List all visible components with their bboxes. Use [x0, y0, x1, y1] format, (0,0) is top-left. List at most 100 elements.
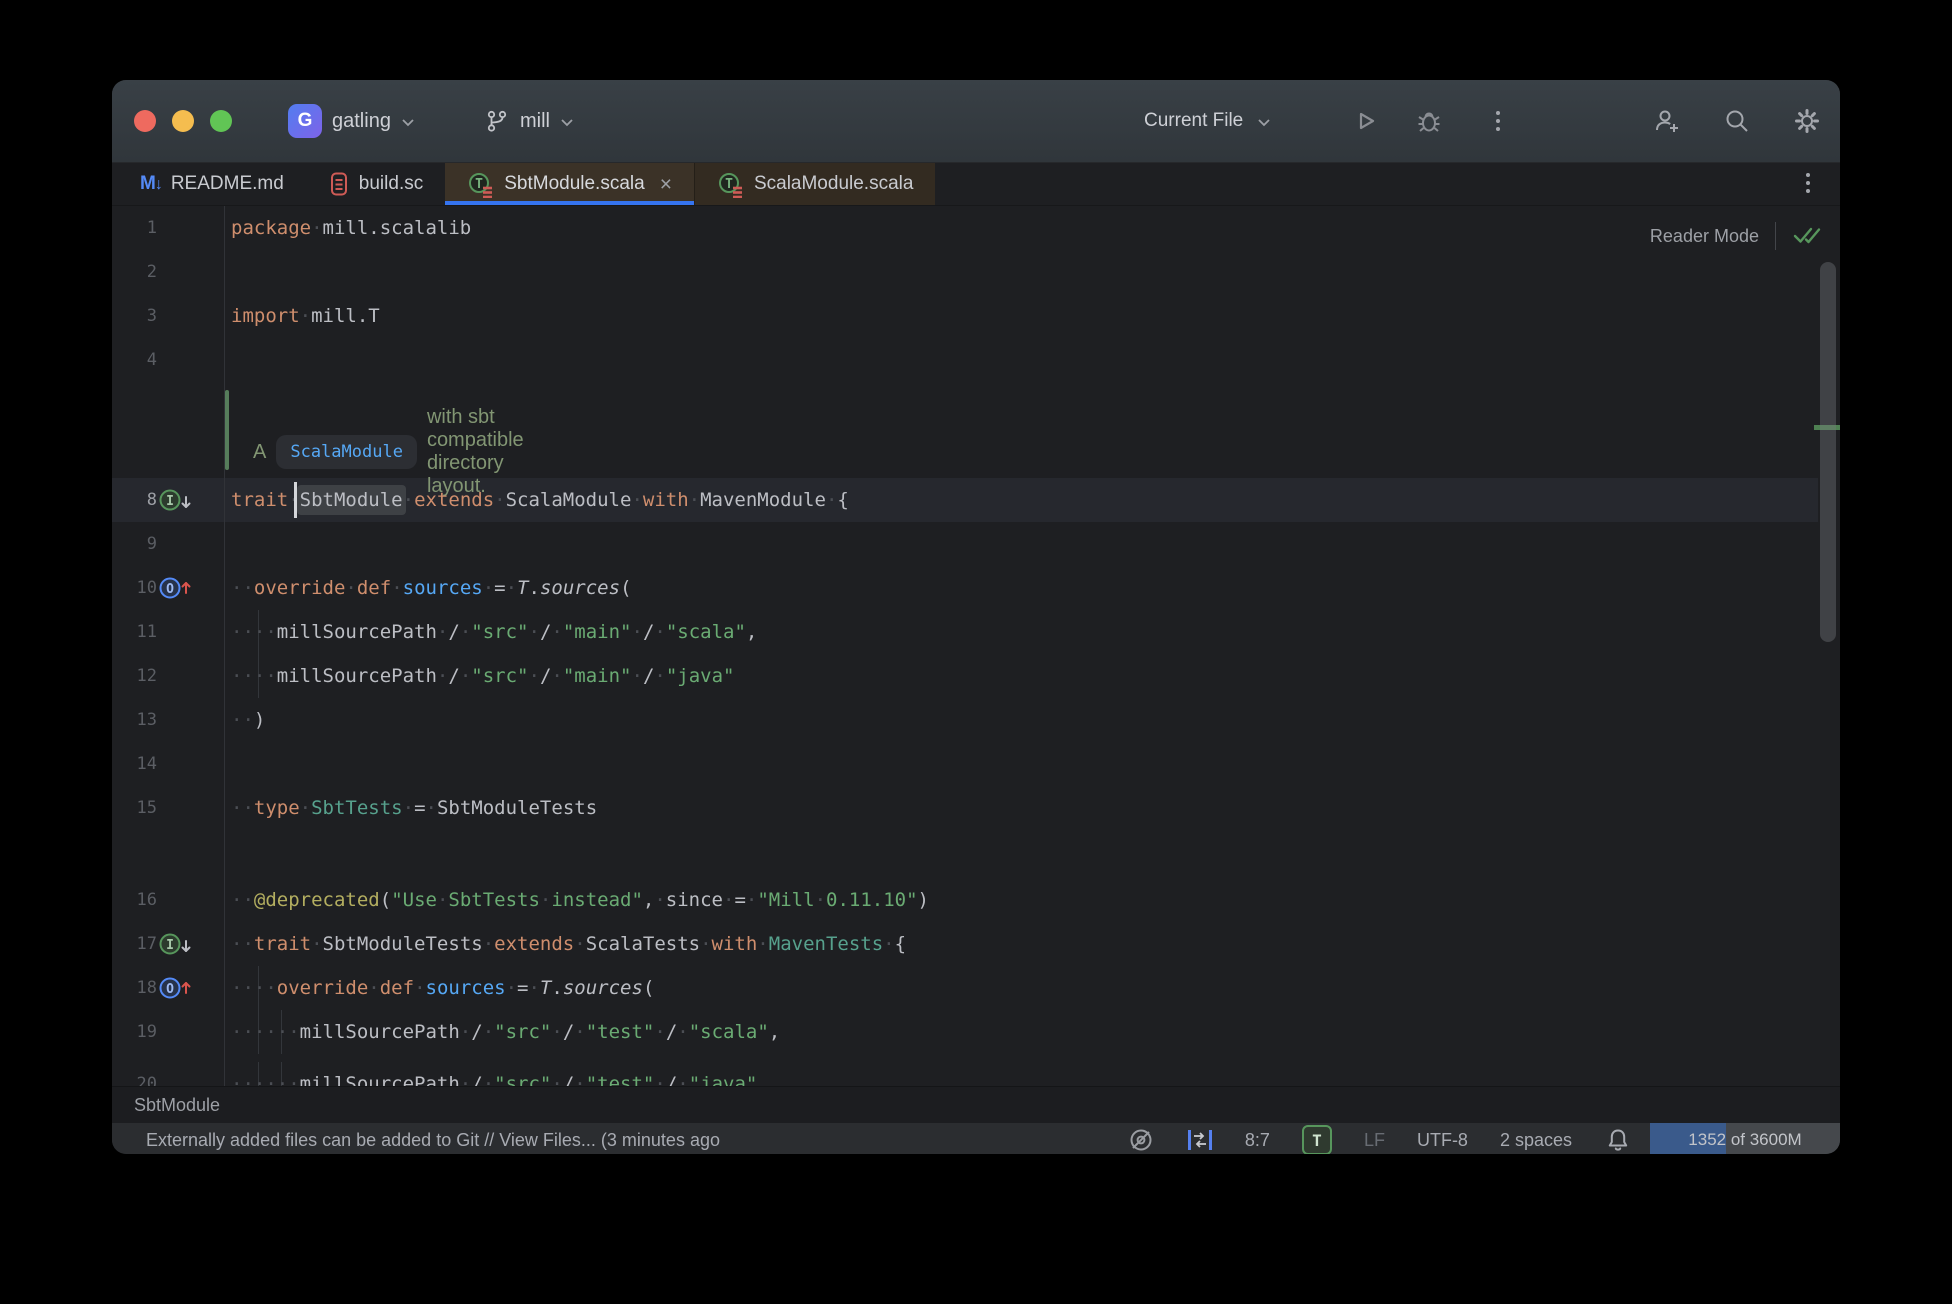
line-number: 11	[136, 622, 157, 642]
inspections-ok-icon[interactable]	[1792, 223, 1824, 249]
code-line[interactable]: ····millSourcePath·/·"src"·/·"main"·/·"s…	[231, 610, 757, 654]
line-number: 17	[136, 934, 157, 954]
highlighting-off-icon[interactable]	[1127, 1126, 1155, 1154]
chevron-down-icon	[560, 118, 574, 127]
scala-trait-icon: T	[717, 170, 745, 198]
line-number: 9	[146, 534, 157, 554]
notifications-bell-icon[interactable]	[1604, 1126, 1632, 1154]
project-widget[interactable]: G gatling	[288, 80, 415, 162]
project-name: gatling	[332, 109, 391, 132]
tab-readme-md[interactable]: M↓ README.md	[118, 163, 306, 205]
traffic-lights	[134, 80, 232, 162]
override-gutter-icon[interactable]: O	[158, 966, 196, 1010]
tab-build-sc[interactable]: build.sc	[306, 163, 445, 205]
svg-text:I: I	[166, 938, 174, 953]
ide-window: G gatling mill Current File M↓ README.md…	[112, 80, 1840, 1154]
project-badge: G	[288, 104, 322, 138]
tab-label: README.md	[170, 173, 284, 194]
branch-name: mill	[520, 109, 550, 132]
code-line[interactable]: trait·SbtModule·extends·ScalaModule·with…	[231, 478, 849, 522]
active-tab-underline	[445, 201, 694, 205]
tab-label: build.sc	[358, 173, 424, 194]
line-number: 12	[136, 666, 157, 686]
doc-code-chip[interactable]: ScalaModule	[276, 435, 417, 469]
doc-text: A	[253, 440, 267, 463]
zoom-window-button[interactable]	[210, 110, 232, 132]
tab-label: ScalaModule.scala	[753, 173, 914, 194]
sync-columns-icon[interactable]	[1187, 1126, 1213, 1154]
chevron-down-icon	[1257, 118, 1271, 127]
run-configuration-selector[interactable]: Current File	[1144, 80, 1271, 162]
code-line[interactable]: ··)	[231, 698, 265, 742]
editor-scrollbar[interactable]	[1820, 262, 1836, 642]
editor[interactable]: 1 2 3 4 8 I 9 10 O 11 12 13 14 15 16 17 I 18 O 19 20 package…	[112, 206, 1840, 1086]
reader-mode-label: Reader Mode	[1649, 225, 1759, 246]
debug-button[interactable]	[1414, 106, 1444, 136]
type-aware-highlighting-widget[interactable]: T	[1301, 1125, 1332, 1154]
markdown-icon: M↓	[140, 173, 163, 194]
implementations-gutter-icon[interactable]: I	[158, 922, 196, 966]
run-configuration-name: Current File	[1144, 110, 1244, 131]
line-number: 13	[136, 710, 157, 730]
code-line[interactable]: ····override·def·sources·=·T.sources(	[231, 966, 654, 1010]
implementations-gutter-icon[interactable]: I	[158, 478, 196, 522]
line-number: 10	[136, 578, 157, 598]
search-everywhere-button[interactable]	[1722, 106, 1752, 136]
tab-label: SbtModule.scala	[504, 173, 645, 194]
svg-text:O: O	[166, 582, 174, 597]
doc-comment-bar	[225, 390, 229, 470]
kebab-menu-icon	[1806, 173, 1810, 193]
editor-tab-bar: M↓ README.md build.sc T SbtModule.scala × T Sca…	[112, 163, 1840, 206]
line-number: 3	[146, 306, 157, 326]
settings-gear-icon[interactable]	[1792, 106, 1822, 136]
caret-position-widget[interactable]: 8:7	[1245, 1130, 1270, 1151]
vcs-status-message[interactable]: Externally added files can be added to G…	[146, 1123, 720, 1154]
override-gutter-icon[interactable]: O	[158, 566, 196, 610]
code-line[interactable]: import·mill.T	[231, 294, 380, 338]
memory-indicator[interactable]: 1352 of 3600M	[1650, 1123, 1840, 1154]
tab-list: M↓ README.md build.sc T SbtModule.scala × T Sca…	[118, 163, 936, 205]
code-with-me-button[interactable]	[1652, 106, 1682, 136]
encoding-widget[interactable]: UTF-8	[1417, 1130, 1468, 1151]
reader-mode-widget[interactable]: Reader Mode	[1650, 222, 1824, 250]
close-icon[interactable]: ×	[660, 174, 672, 195]
scala-trait-icon: T	[467, 170, 495, 198]
divider	[1775, 222, 1776, 250]
run-button[interactable]	[1350, 106, 1380, 136]
vcs-branch-widget[interactable]: mill	[484, 80, 574, 162]
screenshot-root: G gatling mill Current File M↓ README.md…	[0, 0, 1952, 1304]
line-separator-widget[interactable]: LF	[1364, 1130, 1385, 1151]
tab-scalamodule-scala[interactable]: T ScalaModule.scala	[693, 163, 936, 205]
code-line[interactable]: ··type·SbtTests·=·SbtModuleTests	[231, 786, 597, 830]
code-line[interactable]: package·mill.scalalib	[231, 206, 471, 250]
svg-text:O: O	[166, 982, 174, 997]
tab-options-menu[interactable]	[1806, 173, 1810, 193]
code-line[interactable]: ······millSourcePath·/·"src"·/·"test"·/·…	[231, 1062, 757, 1086]
line-number: 1	[146, 218, 157, 238]
code-line[interactable]: ··@deprecated("Use·SbtTests·instead",·si…	[231, 878, 929, 922]
svg-text:T: T	[725, 177, 733, 192]
code-line[interactable]: ··override·def·sources·=·T.sources(	[231, 566, 632, 610]
minimize-window-button[interactable]	[172, 110, 194, 132]
breadcrumb-bar: SbtModule	[112, 1086, 1840, 1123]
kebab-menu-icon	[1496, 111, 1500, 131]
code-line[interactable]: ······millSourcePath·/·"src"·/·"test"·/·…	[231, 1010, 780, 1054]
line-number: 20	[136, 1074, 157, 1086]
code-line[interactable]: ··trait·SbtModuleTests·extends·ScalaTest…	[231, 922, 906, 966]
breadcrumb[interactable]: SbtModule	[134, 1095, 220, 1116]
line-number: 14	[136, 754, 157, 774]
indent-widget[interactable]: 2 spaces	[1500, 1130, 1572, 1151]
line-number: 16	[136, 890, 157, 910]
close-window-button[interactable]	[134, 110, 156, 132]
git-branch-icon	[484, 108, 510, 134]
chevron-down-icon	[401, 118, 415, 127]
gutter: 1 2 3 4 8 I 9 10 O 11 12 13 14 15 16 17 I 18 O 19 20	[112, 206, 225, 1086]
code-line[interactable]: ····millSourcePath·/·"src"·/·"main"·/·"j…	[231, 654, 734, 698]
svg-text:I: I	[166, 494, 174, 509]
line-number: 2	[146, 262, 157, 282]
tab-sbtmodule-scala[interactable]: T SbtModule.scala ×	[445, 163, 694, 205]
more-actions-menu[interactable]	[1496, 80, 1500, 162]
titlebar: G gatling mill Current File	[112, 80, 1840, 163]
line-number: 18	[136, 978, 157, 998]
line-number: 15	[136, 798, 157, 818]
